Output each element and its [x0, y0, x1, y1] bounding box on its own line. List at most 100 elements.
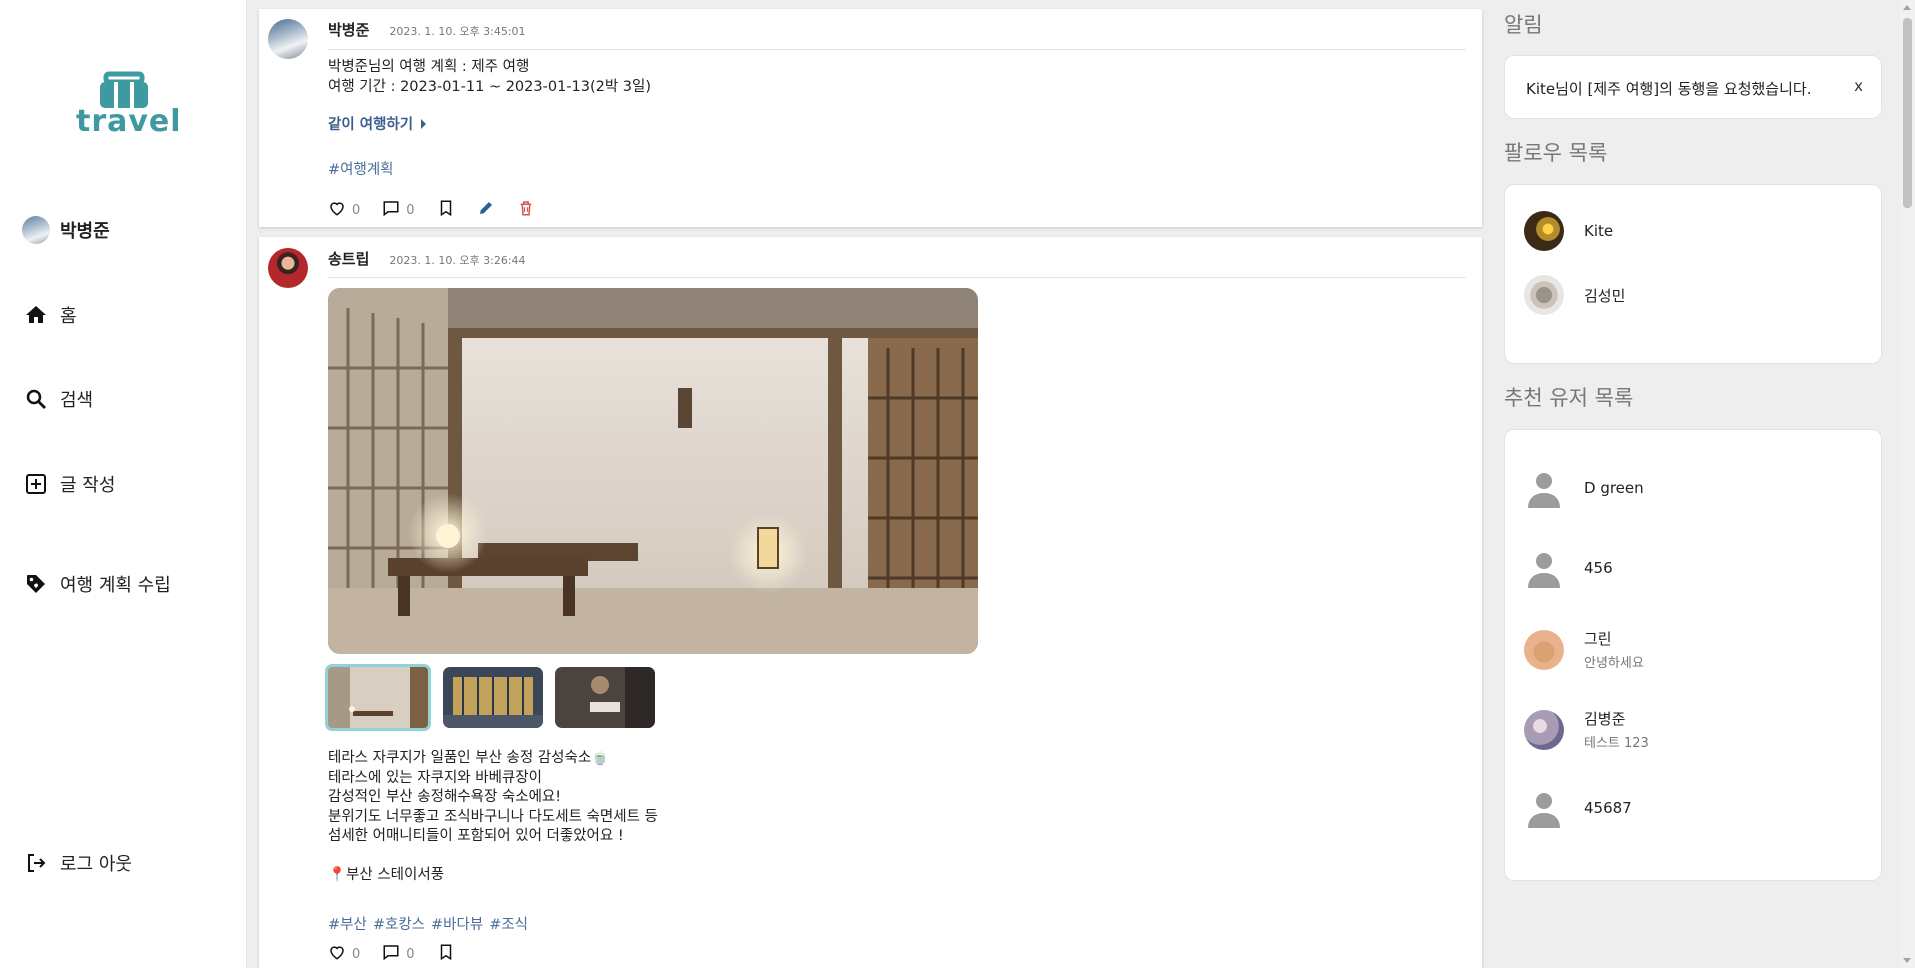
home-icon — [22, 301, 50, 329]
hashtag[interactable]: #부산 — [328, 913, 367, 934]
sidebar: travel 박병준 홈 검색 글 작성 여행 계획 수립 로그 아웃 — [0, 0, 247, 968]
scroll-thumb[interactable] — [1903, 18, 1912, 208]
post-time: 2023. 1. 10. 오후 3:45:01 — [389, 25, 526, 38]
join-trip-label: 같이 여행하기 — [328, 117, 414, 133]
default-user-icon — [1524, 468, 1564, 508]
like-button[interactable]: 0 — [328, 198, 360, 218]
user-name: 456 — [1584, 559, 1613, 577]
comment-icon — [383, 201, 399, 217]
post-main-image[interactable] — [328, 288, 978, 654]
recommend-list: D green 456 그린 안녕하세요 김병준 테스트 123 45687 — [1504, 429, 1882, 881]
comment-button[interactable]: 0 — [382, 198, 415, 218]
close-notification-button[interactable]: x — [1854, 77, 1863, 95]
post-card: 송트립 2023. 1. 10. 오후 3:26:44 테라스 자쿠지가 일품인… — [259, 237, 1482, 968]
sidebar-item-label: 글 작성 — [60, 475, 116, 496]
sidebar-item-search[interactable]: 검색 — [22, 384, 93, 414]
pencil-icon — [479, 202, 492, 214]
sidebar-item-label: 검색 — [60, 390, 94, 411]
user-avatar — [1524, 709, 1564, 750]
post-time: 2023. 1. 10. 오후 3:26:44 — [389, 254, 526, 267]
sidebar-item-label: 여행 계획 수립 — [60, 575, 171, 596]
author-avatar[interactable] — [268, 19, 308, 59]
post-header: 박병준 2023. 1. 10. 오후 3:45:01 — [328, 19, 526, 40]
recommend-user-row[interactable]: 김병준 테스트 123 — [1524, 708, 1649, 751]
post-divider — [328, 277, 1466, 278]
sidebar-item-logout[interactable]: 로그 아웃 — [22, 848, 132, 878]
bookmark-button[interactable] — [437, 199, 455, 217]
recommend-user-row[interactable]: 그린 안녕하세요 — [1524, 628, 1644, 671]
logout-label: 로그 아웃 — [60, 854, 132, 875]
scroll-down-icon[interactable] — [1903, 958, 1911, 963]
heart-icon — [330, 202, 344, 216]
thumbnail-2[interactable] — [443, 667, 543, 728]
hashtag[interactable]: #여행계획 — [328, 158, 394, 179]
post-divider — [328, 49, 1466, 50]
trash-icon — [520, 201, 531, 216]
hashtag[interactable]: #바다뷰 — [431, 913, 483, 934]
sidebar-profile[interactable]: 박병준 — [22, 215, 110, 245]
user-bio: 테스트 123 — [1584, 736, 1649, 751]
bookmark-button[interactable] — [437, 943, 455, 961]
recommend-user-row[interactable]: D green — [1524, 468, 1644, 508]
comment-button[interactable]: 0 — [382, 942, 415, 962]
page-scrollbar[interactable] — [1900, 0, 1915, 968]
logout-icon — [22, 849, 50, 877]
thumbnail-3[interactable] — [555, 667, 655, 728]
user-name: 45687 — [1584, 799, 1632, 817]
follow-list-title: 팔로우 목록 — [1504, 141, 1608, 165]
sidebar-item-home[interactable]: 홈 — [22, 300, 77, 330]
add-box-icon — [22, 470, 50, 498]
sidebar-item-travel-plan[interactable]: 여행 계획 수립 — [22, 569, 171, 599]
hashtag[interactable]: #호캉스 — [373, 913, 425, 934]
hashtag[interactable]: #조식 — [489, 913, 528, 934]
notification-text: Kite님이 [제주 여행]의 동행을 요청했습니다. — [1526, 80, 1812, 98]
notification-card[interactable]: Kite님이 [제주 여행]의 동행을 요청했습니다. x — [1504, 55, 1882, 119]
bookmark-icon — [440, 200, 451, 217]
user-name: 김병준 — [1584, 710, 1626, 728]
logo-text: travel — [76, 104, 182, 139]
tag-icon — [22, 570, 50, 598]
user-name: D green — [1584, 479, 1644, 497]
comment-icon — [383, 945, 399, 961]
follow-list: Kite 김성민 — [1504, 184, 1882, 364]
sidebar-item-label: 홈 — [60, 306, 77, 327]
recommend-list-title: 추천 유저 목록 — [1504, 386, 1634, 410]
like-button[interactable]: 0 — [328, 942, 360, 962]
post-author[interactable]: 박병준 — [328, 19, 369, 40]
post-body: 박병준님의 여행 계획 : 제주 여행 여행 기간 : 2023-01-11 ~… — [328, 59, 652, 95]
sidebar-item-write[interactable]: 글 작성 — [22, 469, 115, 499]
thumbnail-1[interactable] — [325, 664, 431, 731]
default-user-icon — [1524, 788, 1564, 828]
notifications-title: 알림 — [1504, 13, 1543, 37]
default-user-icon — [1524, 548, 1564, 588]
post-author[interactable]: 송트립 — [328, 248, 369, 269]
delete-button[interactable] — [517, 199, 535, 217]
post-actions: 0 0 — [328, 942, 477, 962]
post-header: 송트립 2023. 1. 10. 오후 3:26:44 — [328, 248, 526, 269]
post-body: 테라스 자쿠지가 일품인 부산 송정 감성숙소🍵 테라스에 있는 자쿠지와 바베… — [328, 750, 658, 883]
post-card: 박병준 2023. 1. 10. 오후 3:45:01 박병준님의 여행 계획 … — [259, 9, 1482, 227]
user-name: 그린 — [1584, 630, 1612, 648]
user-name: 김성민 — [1584, 286, 1626, 305]
comment-count: 0 — [406, 203, 415, 218]
follow-user-row[interactable]: 김성민 — [1524, 275, 1625, 315]
comment-count: 0 — [406, 947, 415, 962]
travel-logo[interactable]: travel — [76, 70, 182, 142]
user-bio: 안녕하세요 — [1584, 656, 1644, 671]
edit-button[interactable] — [477, 199, 495, 217]
profile-name: 박병준 — [60, 221, 110, 242]
right-panel: 알림 Kite님이 [제주 여행]의 동행을 요청했습니다. x 팔로우 목록 … — [1492, 0, 1900, 968]
post-actions: 0 0 — [328, 198, 557, 218]
scroll-up-icon[interactable] — [1903, 5, 1911, 10]
recommend-user-row[interactable]: 456 — [1524, 548, 1613, 588]
user-avatar — [1524, 211, 1564, 251]
author-avatar[interactable] — [268, 248, 308, 288]
like-count: 0 — [352, 947, 361, 962]
follow-user-row[interactable]: Kite — [1524, 211, 1613, 251]
room-photo-image — [328, 288, 978, 654]
user-name: Kite — [1584, 222, 1614, 240]
heart-icon — [330, 946, 344, 960]
recommend-user-row[interactable]: 45687 — [1524, 788, 1632, 828]
caret-right-icon — [421, 118, 427, 129]
join-trip-link[interactable]: 같이 여행하기 — [328, 113, 427, 134]
